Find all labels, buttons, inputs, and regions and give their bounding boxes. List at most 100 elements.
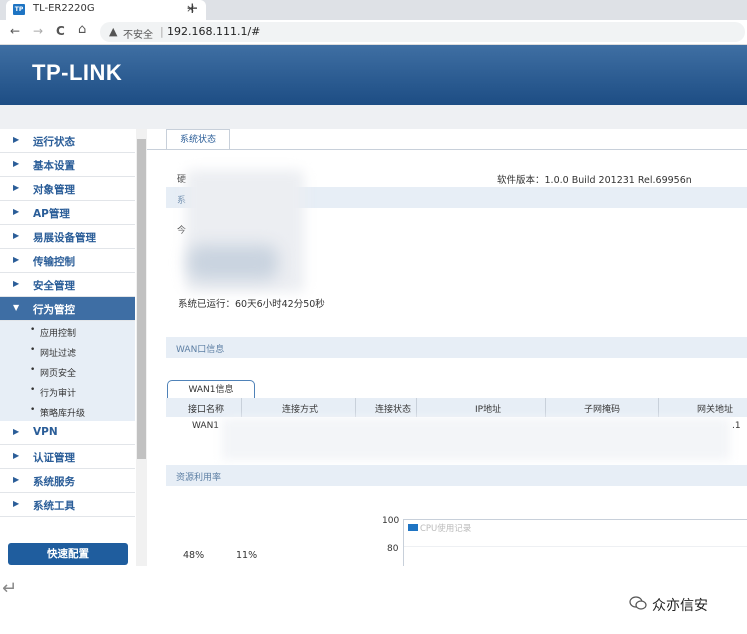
sidebar-item-object-management[interactable]: ▶ 对象管理	[0, 177, 135, 201]
column-header: IP地址	[475, 405, 502, 415]
bullet-icon: •	[30, 385, 36, 395]
sidebar-item-running-status[interactable]: ▶ 运行状态	[0, 129, 135, 153]
tab-title: TL-ER2220G	[33, 3, 95, 14]
sidebar-item-label: 传输控制	[33, 256, 75, 268]
quick-config-button[interactable]: 快速配置	[8, 543, 128, 565]
sidebar-item-label: AP管理	[33, 208, 70, 220]
chevron-right-icon: ▶	[13, 255, 20, 264]
sidebar-subitem-policy-upgrade[interactable]: • 策略库升级	[0, 401, 135, 421]
tab-wan1-info[interactable]: WAN1信息	[167, 380, 255, 399]
sidebar-subitem-behavior-audit[interactable]: • 行为审计	[0, 381, 135, 401]
browser-tab[interactable]: TP TL-ER2220G ×	[6, 0, 206, 20]
security-label: 不安全	[123, 30, 153, 41]
back-icon[interactable]: ←	[10, 24, 20, 38]
chevron-right-icon: ▶	[13, 231, 20, 240]
chevron-right-icon: ▶	[13, 451, 20, 460]
forward-icon[interactable]: →	[33, 24, 43, 38]
sidebar-subitem-label: 网页安全	[40, 369, 77, 379]
new-tab-icon[interactable]: +	[186, 0, 199, 17]
system-uptime: 系统已运行：60天6小时42分50秒	[178, 299, 325, 310]
watermark-text: 众亦信安	[652, 598, 708, 614]
sidebar: ▶ 运行状态 ▶ 基本设置 ▶ 对象管理 ▶ AP管理 ▶ 易展设备管理 ▶ 传…	[0, 129, 137, 566]
chevron-right-icon: ▶	[13, 135, 20, 144]
sidebar-item-behavior-control[interactable]: ▼ 行为管控	[0, 297, 135, 321]
sidebar-item-label: VPN	[33, 426, 58, 438]
warning-icon: ▲	[109, 25, 118, 38]
column-separator	[545, 398, 546, 417]
tab-system-status[interactable]: 系统状态	[166, 129, 230, 150]
chevron-right-icon: ▶	[13, 475, 20, 484]
sidebar-item-vpn[interactable]: ▶ VPN	[0, 421, 135, 445]
redacted-block-inner	[188, 245, 278, 280]
bullet-icon: •	[30, 405, 36, 415]
chevron-right-icon: ▶	[13, 279, 20, 288]
wan-section-title: WAN口信息	[176, 345, 225, 355]
app-header: TP-LINK	[0, 45, 747, 105]
chevron-down-icon: ▼	[13, 303, 20, 312]
sidebar-item-transmission-control[interactable]: ▶ 传输控制	[0, 249, 135, 273]
column-separator	[241, 398, 242, 417]
browser-tab-bar: TP TL-ER2220G × +	[0, 0, 747, 20]
sidebar-item-label: 认证管理	[33, 452, 75, 464]
chevron-right-icon: ▶	[13, 207, 20, 216]
sidebar-subitem-label: 网址过滤	[40, 349, 77, 359]
sidebar-subitem-web-security[interactable]: • 网页安全	[0, 361, 135, 381]
sidebar-item-label: 基本设置	[33, 160, 75, 172]
sidebar-item-security-management[interactable]: ▶ 安全管理	[0, 273, 135, 297]
chart-tick-label: 80	[387, 544, 399, 554]
sidebar-item-ap-management[interactable]: ▶ AP管理	[0, 201, 135, 225]
column-separator	[355, 398, 356, 417]
column-header: 连接方式	[282, 405, 319, 415]
column-separator	[658, 398, 659, 417]
sidebar-item-label: 对象管理	[33, 184, 75, 196]
sidebar-item-label: 系统工具	[33, 500, 75, 512]
sidebar-subitem-label: 应用控制	[40, 329, 77, 339]
reload-icon[interactable]: C	[56, 24, 65, 38]
chevron-right-icon: ▶	[13, 159, 20, 168]
memory-usage-value: 11%	[236, 550, 258, 561]
sidebar-item-easy-device-management[interactable]: ▶ 易展设备管理	[0, 225, 135, 249]
return-arrow-icon: ↵	[2, 578, 18, 599]
wan-table-header: 接口名称 连接方式 连接状态 IP地址 子网掩码 网关地址	[166, 398, 747, 417]
sidebar-scroll-thumb[interactable]	[137, 139, 146, 459]
tab-divider	[147, 149, 747, 150]
sidebar-item-label: 系统服务	[33, 476, 75, 488]
legend-swatch-icon	[408, 524, 418, 531]
wan-row-interface-name: WAN1	[192, 421, 220, 431]
wan-row-gateway-tail: .1	[732, 421, 741, 431]
sidebar-item-basic-settings[interactable]: ▶ 基本设置	[0, 153, 135, 177]
chevron-right-icon: ▶	[13, 183, 20, 192]
chart-gridline	[404, 546, 747, 547]
column-header: 连接状态	[375, 405, 412, 415]
sidebar-subitem-label: 行为审计	[40, 389, 77, 399]
chart-legend-label: CPU使用记录	[420, 524, 472, 534]
wechat-icon	[629, 596, 647, 610]
sidebar-subitem-label: 策略库升级	[40, 409, 86, 419]
sidebar-item-label: 安全管理	[33, 280, 75, 292]
today-label: 今	[177, 226, 187, 236]
url-text: 192.168.111.1/#	[167, 25, 261, 38]
header-subbar	[0, 105, 747, 129]
wan-section-bar: WAN口信息	[166, 337, 747, 358]
home-icon[interactable]: ⌂	[78, 22, 86, 37]
bullet-icon: •	[30, 365, 36, 375]
sidebar-item-label: 运行状态	[33, 136, 75, 148]
chevron-right-icon: ▶	[13, 427, 20, 436]
column-separator	[416, 398, 417, 417]
redacted-wan-row	[222, 418, 730, 460]
sidebar-item-system-tools[interactable]: ▶ 系统工具	[0, 493, 135, 517]
resource-section-title: 资源利用率	[176, 473, 222, 483]
sidebar-item-label: 行为管控	[33, 304, 75, 316]
sidebar-item-authentication[interactable]: ▶ 认证管理	[0, 445, 135, 469]
url-input[interactable]: ▲ 不安全 | 192.168.111.1/#	[100, 22, 745, 42]
sidebar-subitem-app-control[interactable]: • 应用控制	[0, 321, 135, 341]
system-section-label: 系	[177, 196, 187, 206]
chart-tick-label: 100	[382, 516, 400, 526]
sidebar-item-system-services[interactable]: ▶ 系统服务	[0, 469, 135, 493]
column-header: 接口名称	[188, 405, 225, 415]
sidebar-subitem-url-filter[interactable]: • 网址过滤	[0, 341, 135, 361]
bullet-icon: •	[30, 325, 36, 335]
address-bar: ← → C ⌂ ▲ 不安全 | 192.168.111.1/#	[0, 20, 747, 45]
column-header: 子网掩码	[584, 405, 621, 415]
resource-section-bar: 资源利用率	[166, 465, 747, 486]
